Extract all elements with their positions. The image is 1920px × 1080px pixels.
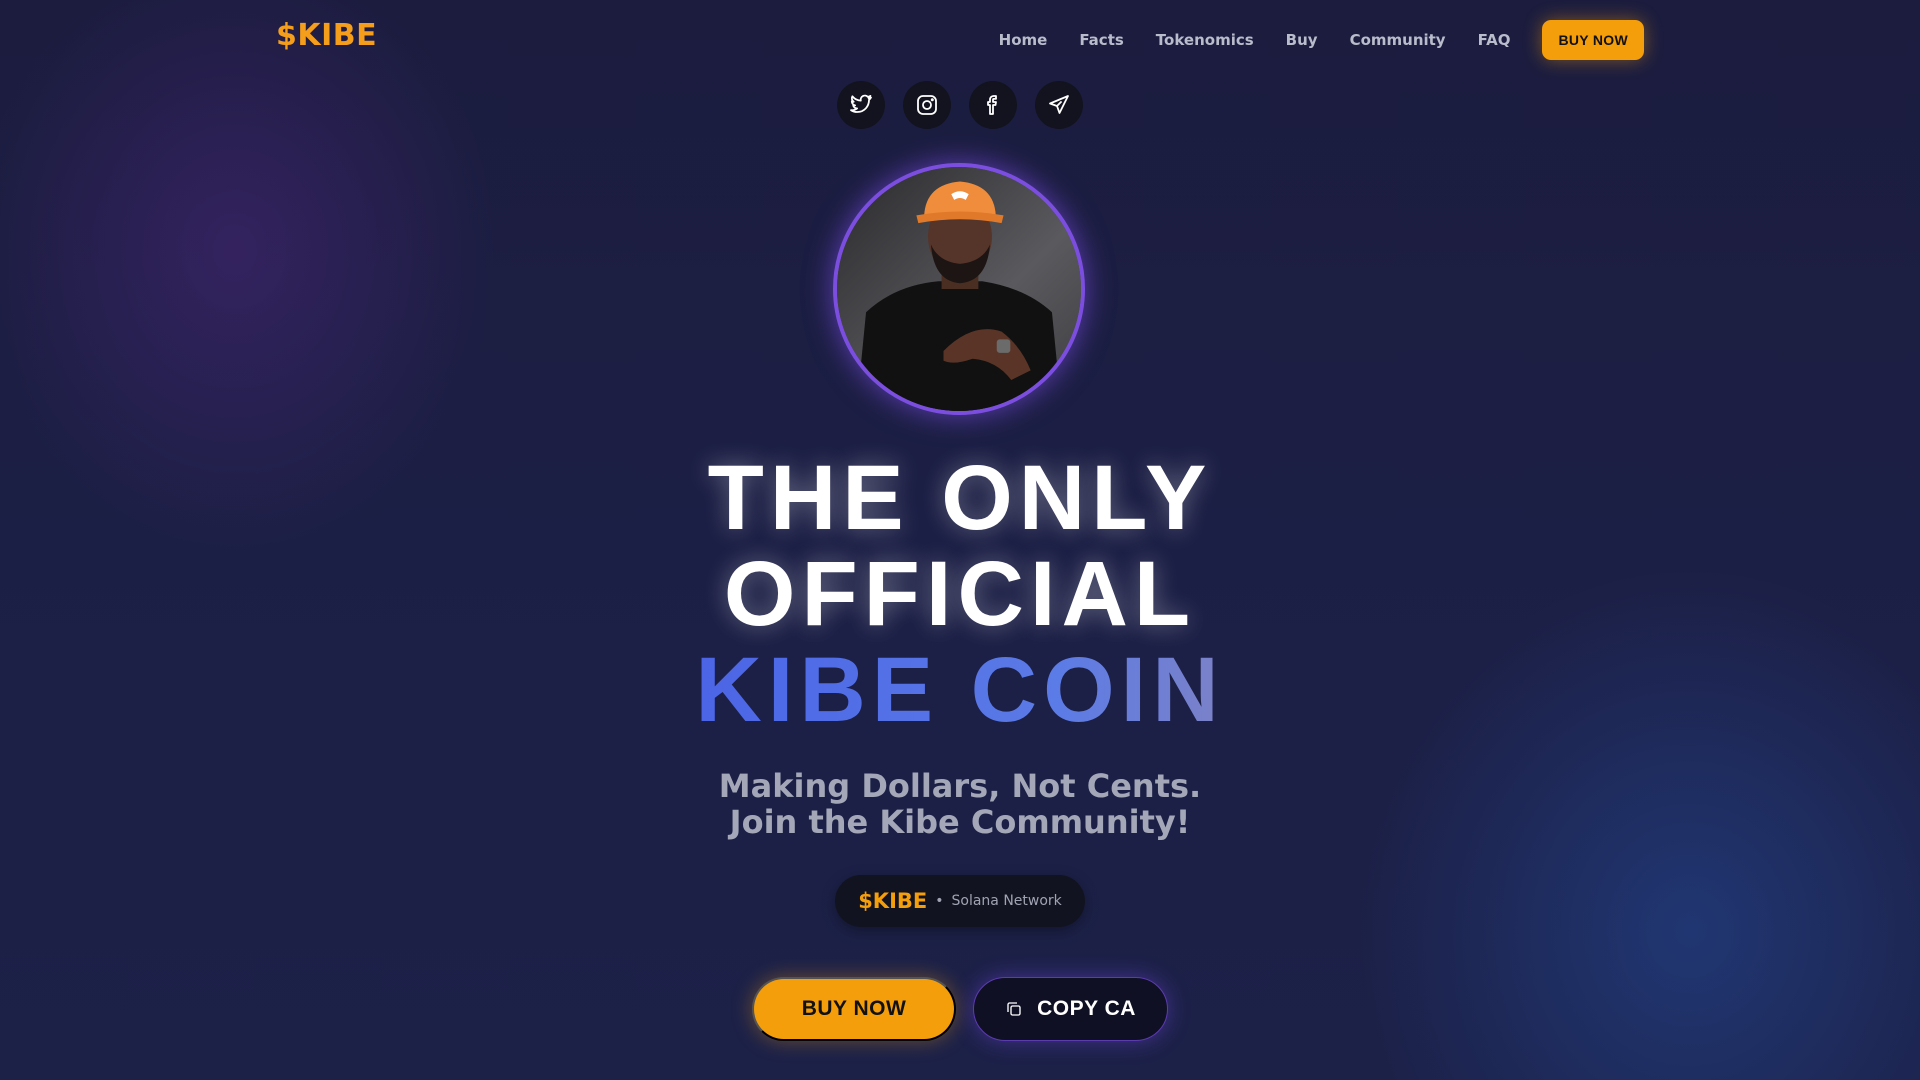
copy-icon [1007, 1002, 1021, 1016]
twitter-icon [850, 94, 872, 113]
headline-line-2: OFFICIAL [723, 543, 1197, 645]
telegram-link[interactable] [1035, 81, 1083, 129]
token-ticker-badge: $KIBE • Solana Network [835, 875, 1085, 927]
tagline-line-1: Making Dollars, Not Cents. [718, 767, 1202, 805]
nav-link-tokenomics[interactable]: Tokenomics [1156, 31, 1254, 49]
nav-links: Home Facts Tokenomics Buy Community FAQ … [999, 20, 1644, 60]
copy-contract-address-button[interactable]: COPY CA [973, 977, 1168, 1041]
nav-link-buy[interactable]: Buy [1286, 31, 1318, 49]
hero-buy-now-button[interactable]: BUY NOW [752, 977, 956, 1041]
ticker-separator: • [935, 893, 944, 909]
nav-buy-now-button[interactable]: BUY NOW [1542, 20, 1644, 60]
hero-headline: THE ONLY OFFICIAL KIBE COIN [0, 450, 1920, 738]
copy-ca-label: COPY CA [1037, 997, 1136, 1020]
portrait-illustration [837, 167, 1081, 411]
nav-link-facts[interactable]: Facts [1079, 31, 1123, 49]
instagram-link[interactable] [903, 81, 951, 129]
twitter-link[interactable] [837, 81, 885, 129]
headline-line-3: KIBE COIN [0, 642, 1920, 738]
headline-line-1: THE ONLY [707, 447, 1213, 549]
instagram-icon [917, 95, 937, 115]
facebook-link[interactable] [969, 81, 1017, 129]
ticker-symbol: $KIBE [858, 889, 928, 913]
nav-link-home[interactable]: Home [999, 31, 1048, 49]
nav-link-faq[interactable]: FAQ [1478, 31, 1511, 49]
nav-link-community[interactable]: Community [1350, 31, 1446, 49]
tagline-line-2: Join the Kibe Community! [729, 803, 1191, 841]
social-links [0, 81, 1920, 129]
hero-tagline: Making Dollars, Not Cents. Join the Kibe… [0, 768, 1920, 840]
avatar-portrait [833, 163, 1085, 415]
telegram-icon [1049, 95, 1069, 114]
facebook-icon [987, 95, 997, 115]
ticker-network: Solana Network [951, 893, 1062, 909]
site-logo[interactable]: $KIBE [276, 18, 377, 53]
top-navigation: $KIBE Home Facts Tokenomics Buy Communit… [0, 0, 1920, 80]
